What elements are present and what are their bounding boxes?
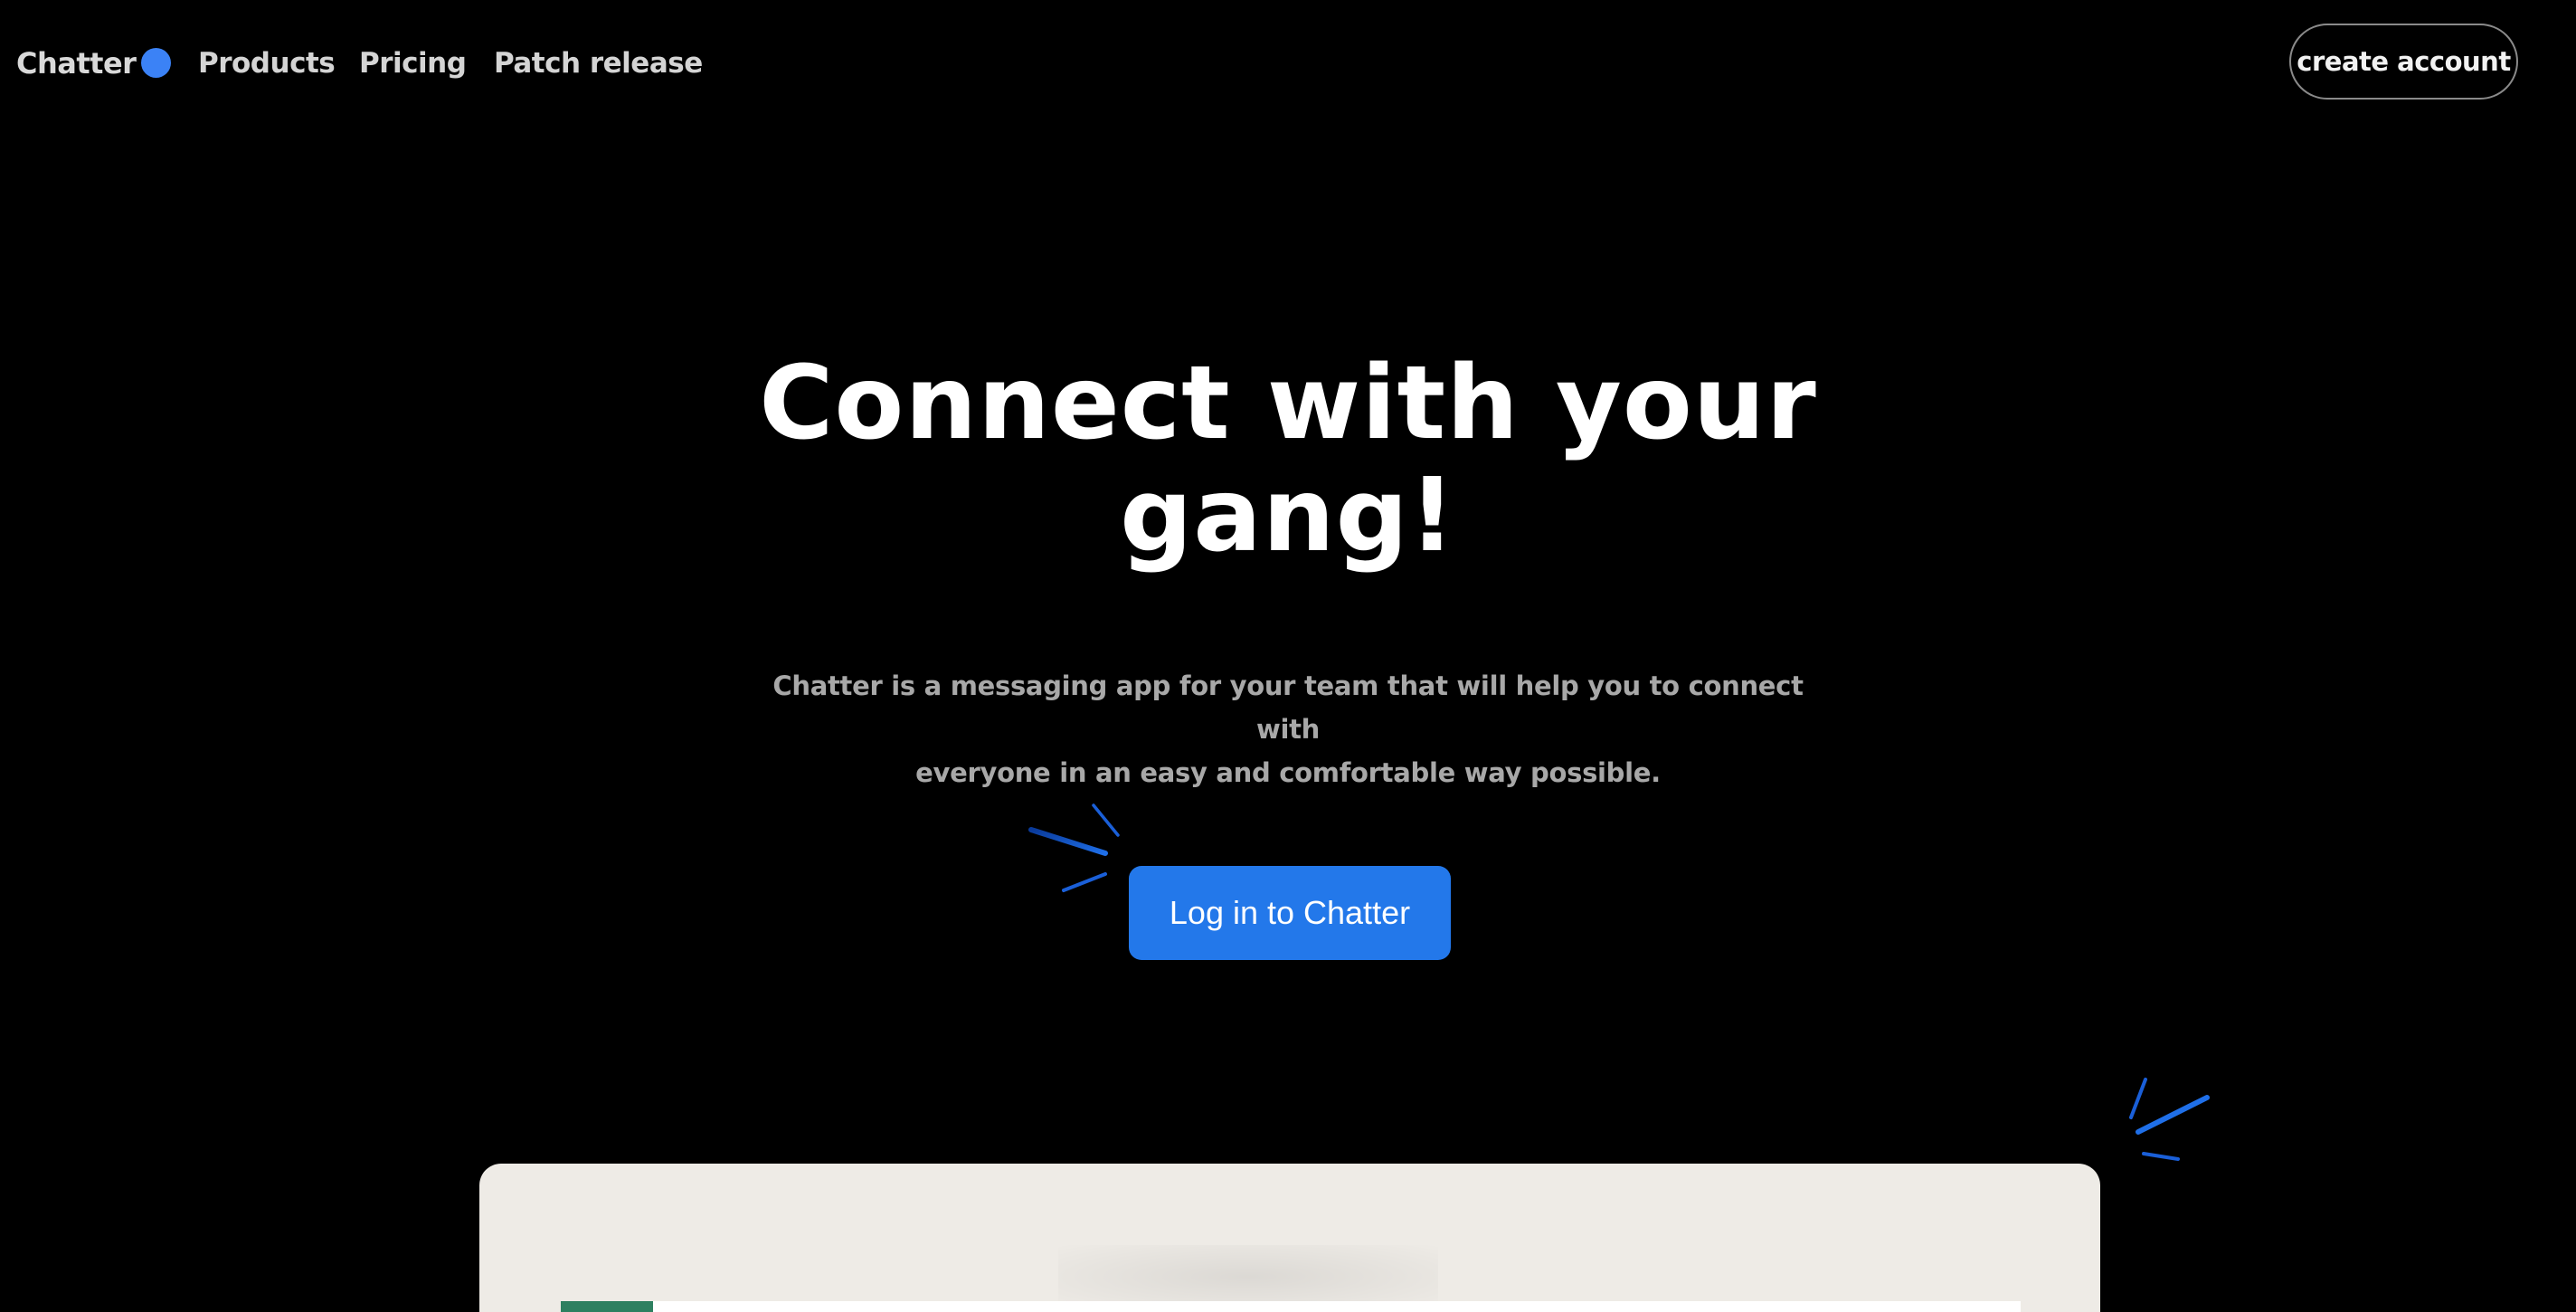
sparkle-icon: [2129, 1078, 2210, 1161]
nav-link-pricing[interactable]: Pricing: [359, 42, 467, 85]
hero-subtitle-line-2: everyone in an easy and comfortable way …: [915, 757, 1661, 788]
top-navigation: Chatter Products Pricing Patch release c…: [0, 0, 2576, 127]
sparkle-icon: [1028, 803, 1120, 892]
preview-accent-block: [561, 1301, 653, 1312]
nav-link-products[interactable]: Products: [198, 42, 336, 85]
nav-link-patch-release[interactable]: Patch release: [494, 42, 703, 85]
app-preview-card: [479, 1164, 2100, 1312]
blue-dot-icon: [141, 47, 172, 78]
preview-shadow: [1058, 1245, 1438, 1308]
brand-name: Chatter: [16, 46, 137, 81]
login-button[interactable]: Log in to Chatter: [1129, 866, 1451, 960]
create-account-button[interactable]: create account: [2289, 24, 2518, 100]
preview-window-bar: [561, 1301, 2021, 1312]
hero-title: Connect with your gang!: [564, 347, 2012, 572]
hero-title-line-1: Connect with your: [759, 345, 1817, 462]
hero-subtitle: Chatter is a messaging app for your team…: [745, 664, 1831, 794]
brand-logo-link[interactable]: Chatter: [16, 42, 172, 85]
hero-title-line-2: gang!: [1120, 457, 1456, 575]
hero-subtitle-line-1: Chatter is a messaging app for your team…: [772, 670, 1804, 745]
